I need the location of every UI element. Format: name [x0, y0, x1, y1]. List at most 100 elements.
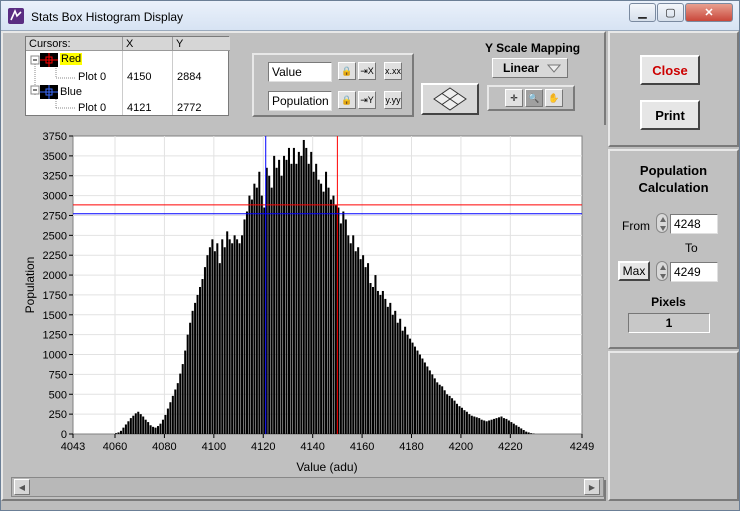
- red-cursor-swatch[interactable]: [40, 53, 58, 67]
- histogram-bar: [216, 243, 219, 434]
- y-tick-label: 500: [49, 389, 67, 401]
- histogram-bar: [275, 167, 278, 434]
- histogram-bar: [191, 310, 194, 434]
- y-tick-label: 2750: [43, 210, 67, 222]
- histogram-bar: [364, 267, 367, 434]
- axis-control-palette: Value 🔒 ⇥X x.xx Population 🔒 ⇥Y y.yy: [252, 53, 414, 117]
- histogram-bar: [473, 416, 476, 434]
- blue-cursor-plot: Plot 0: [78, 102, 107, 114]
- from-stepper[interactable]: [656, 213, 668, 233]
- scroll-right-button[interactable]: ▶: [584, 479, 600, 495]
- maximize-button[interactable]: ▢: [657, 3, 684, 22]
- y-scale-select[interactable]: Linear: [492, 58, 568, 78]
- histogram-bar: [166, 408, 169, 434]
- y-tick-label: 3750: [43, 131, 67, 143]
- histogram-bar: [493, 418, 496, 434]
- histogram-bar: [426, 366, 429, 434]
- histogram-bar: [297, 151, 300, 434]
- x-tick-label: 4180: [399, 441, 423, 453]
- histogram-bar: [144, 419, 147, 434]
- y-tick-label: 1500: [43, 310, 67, 322]
- histogram-bar: [428, 370, 431, 434]
- y-axis-lock-button[interactable]: 🔒: [338, 91, 356, 109]
- x-tick-label: 4249: [570, 441, 594, 453]
- close-icon: ✕: [704, 7, 714, 19]
- histogram-bar: [147, 422, 150, 434]
- arrow-right-icon: ▶: [588, 482, 596, 492]
- x-format-button[interactable]: x.xx: [384, 62, 402, 80]
- histogram-bar: [527, 432, 530, 434]
- close-button[interactable]: Close: [640, 55, 700, 85]
- x-axis-name-field[interactable]: Value: [268, 62, 332, 82]
- histogram-bar: [139, 414, 142, 434]
- histogram-bar: [176, 383, 179, 434]
- y-axis-name-field[interactable]: Population: [268, 91, 332, 111]
- population-title-line2: Calculation: [638, 180, 709, 195]
- histogram-bar: [359, 259, 362, 434]
- scroll-left-button[interactable]: ◀: [14, 479, 30, 495]
- histogram-bar: [515, 425, 518, 434]
- x-tick-label: 4060: [103, 441, 127, 453]
- y-tick-label: 1250: [43, 330, 67, 342]
- histogram-bar: [458, 406, 461, 434]
- y-format-button[interactable]: y.yy: [384, 91, 402, 109]
- pan-tool[interactable]: ✋: [545, 89, 563, 107]
- close-window-button[interactable]: ✕: [685, 3, 733, 22]
- histogram-bar: [245, 211, 248, 434]
- histogram-bar: [470, 415, 473, 434]
- histogram-bar: [379, 294, 382, 434]
- histogram-bar: [455, 403, 459, 434]
- x-tick-label: 4120: [251, 441, 275, 453]
- histogram-bar: [495, 418, 498, 434]
- population-title: Population: [639, 163, 708, 178]
- histogram-bar: [189, 322, 192, 434]
- histogram-bar: [421, 358, 424, 434]
- histogram-bar: [404, 326, 407, 434]
- histogram-bar: [115, 433, 118, 434]
- max-button[interactable]: Max: [618, 261, 650, 281]
- red-cursor-name[interactable]: Red: [60, 53, 83, 65]
- histogram-bar: [433, 378, 436, 434]
- x-tick-label: 4140: [300, 441, 324, 453]
- histogram-bar: [500, 416, 503, 434]
- histogram-bar: [416, 350, 419, 434]
- histogram-bar: [394, 310, 397, 434]
- y-axis-label: Population: [23, 257, 37, 314]
- x-axis-lock-button[interactable]: 🔒: [338, 62, 356, 80]
- x-autoscale-button[interactable]: ⇥X: [358, 62, 376, 80]
- red-cursor-plot: Plot 0: [78, 71, 107, 83]
- histogram-bar: [305, 147, 308, 435]
- y-autoscale-button[interactable]: ⇥Y: [358, 91, 376, 109]
- blue-cursor-name[interactable]: Blue: [60, 86, 82, 98]
- x-autoscale-icon: ⇥X: [360, 65, 374, 76]
- histogram-bar: [221, 239, 224, 434]
- histogram-graph[interactable]: 0 250 500 750 1000 1250 1500 1750 2000 2250 2500 27…: [11, 125, 607, 480]
- blue-cursor-y: 2772: [177, 102, 202, 114]
- histogram-bar: [485, 421, 488, 434]
- blue-cursor-swatch[interactable]: [40, 85, 58, 99]
- histogram-bar: [354, 251, 357, 434]
- cursor-mover-button[interactable]: [421, 83, 479, 115]
- histogram-bar: [233, 235, 236, 434]
- minimize-button[interactable]: ▁: [629, 3, 656, 22]
- histogram-bar: [199, 286, 202, 434]
- x-tick-label: 4100: [202, 441, 226, 453]
- histogram-bar: [468, 414, 471, 434]
- print-button[interactable]: Print: [640, 100, 700, 130]
- histogram-bar: [512, 423, 515, 434]
- histogram-bar: [287, 147, 290, 435]
- histogram-bar: [179, 373, 182, 434]
- zoom-tool[interactable]: 🔍: [525, 89, 543, 107]
- histogram-bar: [203, 267, 206, 434]
- histogram-bar: [448, 395, 451, 434]
- graph-scrollbar[interactable]: ◀ ▶: [11, 477, 604, 497]
- histogram-bar: [253, 183, 256, 434]
- histogram-bar: [522, 430, 525, 434]
- y-tick-label: 2000: [43, 270, 67, 282]
- from-value-field[interactable]: 4248: [670, 214, 718, 234]
- to-stepper[interactable]: [656, 261, 668, 281]
- histogram-bar: [119, 430, 122, 434]
- to-value-field[interactable]: 4249: [670, 262, 718, 282]
- y-tick-label: 2500: [43, 230, 67, 242]
- crosshair-tool[interactable]: ✛: [505, 89, 523, 107]
